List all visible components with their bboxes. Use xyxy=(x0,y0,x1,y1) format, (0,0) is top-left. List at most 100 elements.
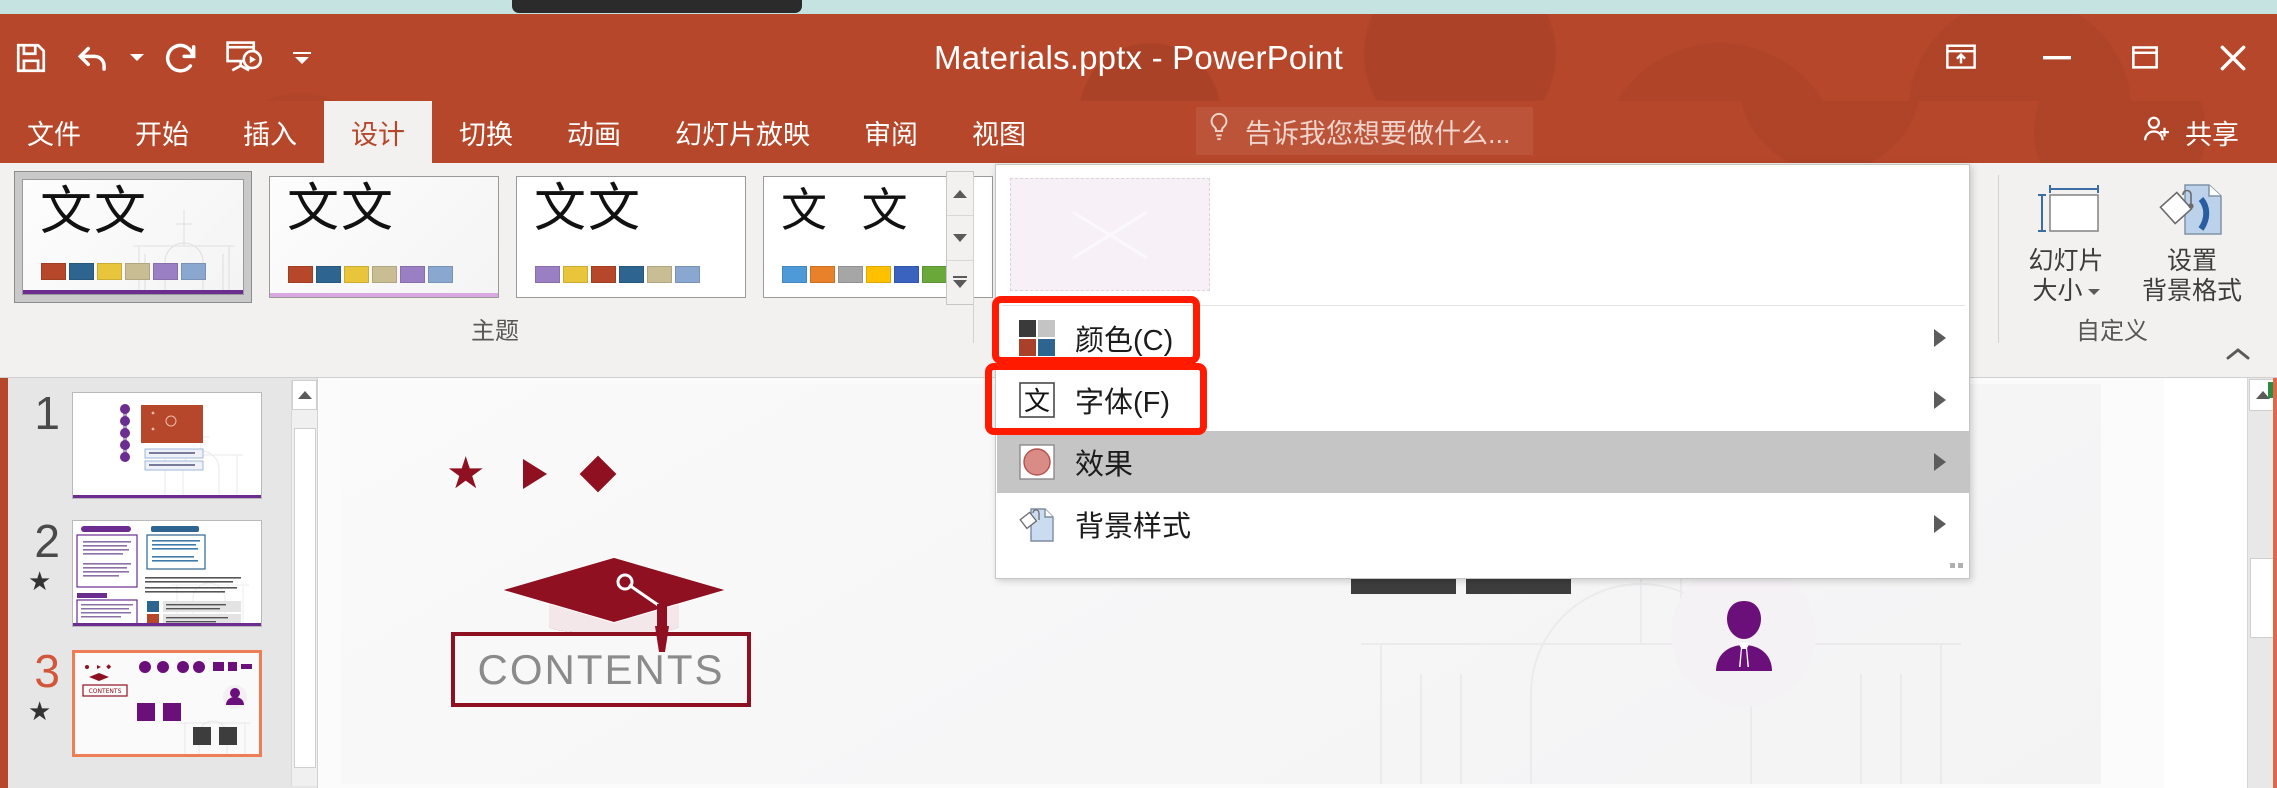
slide-pane-scroll-track[interactable] xyxy=(292,420,318,786)
title-bar: Materials.pptx - PowerPoint xyxy=(0,14,2277,101)
resize-grip-icon[interactable] xyxy=(1947,555,1963,573)
customize-group: 幻灯片 大小 设置 背景格式 自定义 xyxy=(2007,163,2257,378)
restore-icon[interactable] xyxy=(2101,14,2189,101)
tab-slideshow[interactable]: 幻灯片放映 xyxy=(648,101,837,163)
slide-size-caret-icon[interactable] xyxy=(2087,288,2100,295)
dropdown-item-list: 颜色(C) 文 字体(F) 效果 背景样式 xyxy=(997,307,1970,555)
window-controls xyxy=(1909,14,2277,101)
arch-watermark-icon xyxy=(133,210,235,290)
screen-top-edge xyxy=(0,0,2277,14)
theme-swatches-3 xyxy=(535,266,700,283)
theme-underline-1 xyxy=(23,290,243,294)
theme-colors-icon xyxy=(1011,318,1063,358)
variant-preview-placeholder[interactable] xyxy=(1010,178,1210,291)
slide-number-2: 2 xyxy=(34,515,60,567)
powerpoint-window: Materials.pptx - PowerPoint 文件 开始 插入 设计 … xyxy=(0,0,2277,788)
menu-item-background-styles[interactable]: 背景样式 xyxy=(997,493,1970,555)
slide-animation-badge-2: ★ xyxy=(28,566,52,596)
slide-pane-scroll-up-icon[interactable] xyxy=(292,380,317,410)
slide-number-3: 3 xyxy=(34,645,60,697)
collapse-ribbon-icon[interactable] xyxy=(2221,339,2255,369)
tell-me-search[interactable]: 告诉我您想要做什么... xyxy=(1196,107,1533,155)
submenu-arrow-icon xyxy=(1934,453,1946,471)
slide-size-label: 幻灯片 大小 xyxy=(2028,247,2103,306)
format-background-label-line2: 背景格式 xyxy=(2141,276,2242,305)
menu-item-background-styles-label: 背景样式 xyxy=(1075,511,1192,543)
theme-preview-2: 文文 xyxy=(270,177,498,297)
tab-design[interactable]: 设计 xyxy=(324,101,432,163)
tab-file[interactable]: 文件 xyxy=(0,101,108,163)
slide-thumbnail-3[interactable]: CONTENTS xyxy=(72,650,262,757)
businessman-avatar-icon xyxy=(1671,562,1816,707)
tell-me-placeholder: 告诉我您想要做什么... xyxy=(1245,118,1511,149)
format-background-label-line1: 设置 xyxy=(2166,247,2217,275)
theme-tile-2[interactable]: 文文 xyxy=(269,176,499,298)
tab-home[interactable]: 开始 xyxy=(108,101,216,163)
slide-pane-scrollbar[interactable] xyxy=(291,380,317,786)
dropdown-separator xyxy=(1002,305,1965,306)
slide-list-item-2[interactable]: 2 ★ xyxy=(14,515,262,627)
menu-item-colors-label: 颜色(C) xyxy=(1075,325,1174,357)
slide-thumbnail-pane: 1 2 ★ 3 ★ CONTENTS xyxy=(8,378,318,788)
person-add-icon xyxy=(2142,114,2172,151)
workspace-right-edge xyxy=(2273,378,2277,788)
customize-group-label: 自定义 xyxy=(2076,318,2148,345)
theme-swatches-4 xyxy=(782,266,947,283)
contents-title-box: CONTENTS xyxy=(451,632,751,707)
screen-notch xyxy=(512,0,802,13)
menu-item-effects[interactable]: 效果 xyxy=(997,431,1970,493)
slide-number-1: 1 xyxy=(34,387,60,439)
theme-tile-3[interactable]: 文文 xyxy=(516,176,746,298)
slide-size-label-line2: 大小 xyxy=(2032,276,2083,305)
menu-item-fonts[interactable]: 文 字体(F) xyxy=(997,369,1970,431)
triangle-bullet-icon xyxy=(523,459,548,489)
menu-item-effects-label: 效果 xyxy=(1075,449,1134,481)
slide-thumbnail-2[interactable] xyxy=(72,520,262,627)
menu-item-fonts-label: 字体(F) xyxy=(1075,387,1171,419)
tab-insert[interactable]: 插入 xyxy=(216,101,324,163)
slide-animation-badge-3: ★ xyxy=(28,696,52,726)
contents-label: CONTENTS xyxy=(477,645,725,693)
slide-size-label-line1: 幻灯片 xyxy=(2028,247,2104,275)
customize-items: 幻灯片 大小 设置 背景格式 xyxy=(2007,169,2251,306)
ribbon-tab-strip: 文件 开始 插入 设计 切换 动画 幻灯片放映 审阅 视图 告诉我您想要做什么.… xyxy=(0,101,2277,163)
theme-preview-3: 文文 xyxy=(517,177,745,297)
minimize-icon[interactable] xyxy=(2013,14,2101,101)
scroll-up-icon[interactable] xyxy=(947,172,973,217)
slide-size-button[interactable]: 幻灯片 大小 xyxy=(2007,169,2125,306)
svg-text:CONTENTS: CONTENTS xyxy=(89,688,122,695)
submenu-arrow-icon xyxy=(1934,329,1946,347)
theme-sample-text-2: 文文 xyxy=(287,179,396,239)
slide-list-item-3[interactable]: 3 ★ CONTENTS xyxy=(14,645,262,757)
close-icon[interactable] xyxy=(2189,14,2277,101)
tab-animations[interactable]: 动画 xyxy=(540,101,648,163)
tab-transitions[interactable]: 切换 xyxy=(432,101,540,163)
theme-swatches-2 xyxy=(288,266,453,283)
theme-preview-1: 文文 xyxy=(22,179,244,295)
workspace-left-edge xyxy=(0,378,8,788)
scroll-down-icon[interactable] xyxy=(947,216,973,261)
theme-sample-text-3: 文文 xyxy=(534,179,643,239)
status-indicator xyxy=(2268,382,2273,398)
svg-text:文: 文 xyxy=(1024,387,1050,417)
slide-pane-scroll-thumb[interactable] xyxy=(294,428,316,768)
format-background-button[interactable]: 设置 背景格式 xyxy=(2133,169,2251,306)
share-button[interactable]: 共享 xyxy=(2132,109,2249,155)
format-background-label: 设置 背景格式 xyxy=(2142,247,2242,306)
more-themes-icon[interactable] xyxy=(947,260,973,304)
lightbulb-icon xyxy=(1206,112,1232,151)
ribbon-options-icon[interactable] xyxy=(1909,14,2013,101)
theme-tile-1[interactable]: 文文 xyxy=(14,171,252,303)
themes-group: 文文 文文 文文 文 文 主题 xyxy=(8,163,993,378)
placeholder-x-icon xyxy=(1072,210,1148,259)
slide-bullet-row: ★ xyxy=(446,452,617,496)
slide-size-icon xyxy=(2028,169,2104,241)
slide-list-item-1[interactable]: 1 xyxy=(14,387,262,499)
slide-thumbnail-1[interactable] xyxy=(72,392,262,499)
tab-review[interactable]: 审阅 xyxy=(837,101,945,163)
theme-sample-text-4: 文 文 xyxy=(781,183,918,237)
thumb-underline-2 xyxy=(73,623,261,626)
menu-item-colors[interactable]: 颜色(C) xyxy=(997,307,1970,369)
theme-swatches-1 xyxy=(41,263,206,280)
tab-view[interactable]: 视图 xyxy=(945,101,1053,163)
